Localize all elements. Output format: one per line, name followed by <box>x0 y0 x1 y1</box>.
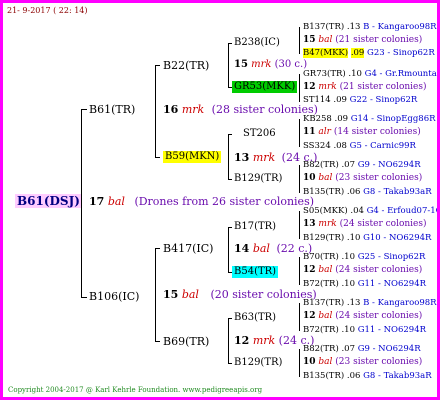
gen3-b129b: B129(TR) <box>234 357 283 368</box>
connector <box>228 227 232 228</box>
connector <box>228 318 229 363</box>
connector <box>81 297 87 298</box>
pedigree-frame: 21- 9-2017 ( 22: 14) B61(DSJ) 17 bal (Dr… <box>0 0 440 400</box>
connector <box>299 165 300 193</box>
connector <box>228 134 229 179</box>
gen4-info: 11 alr (14 sister colonies) <box>303 127 421 137</box>
gen4-row: B72(TR) .10 G11 - NO6294R <box>303 279 427 289</box>
gen4-row: B47(MKK) .09 G23 - Sinop62R <box>303 48 435 58</box>
gen1-b106: B106(IC) <box>89 290 140 303</box>
gen4-info: 10 bal (23 sister colonies) <box>303 173 423 183</box>
gen4-row: ST114 .09 G22 - Sinop62R <box>303 95 418 105</box>
gen4-row: GR73(TR) .10 G4 - Gr.Rmounta <box>303 69 437 79</box>
connector <box>155 65 160 66</box>
gen4-info: 15 bal (21 sister colonies) <box>303 35 423 45</box>
connector <box>155 341 160 342</box>
date-stamp: 21- 9-2017 ( 22: 14) <box>7 6 88 15</box>
root-queen: B61(DSJ) <box>15 194 82 208</box>
connector <box>228 43 232 44</box>
connector <box>155 65 156 157</box>
connector <box>228 43 229 87</box>
gen2-b69: B69(TR) <box>163 335 210 348</box>
gen4-row: SS324 .08 G5 - Carnic99R <box>303 141 416 151</box>
connector <box>299 27 300 54</box>
root-mark: bal <box>107 195 125 208</box>
gen3-gr53: GR53(MKK) <box>232 81 298 93</box>
gen4-info: 13 mrk (24 sister colonies) <box>303 219 427 229</box>
gen3-b17-info: 14 bal (22 c.) <box>234 242 313 255</box>
connector <box>81 109 87 110</box>
gen2-b417-info: 15 bal (20 sister colonies) <box>163 288 317 301</box>
gen3-b54: B54(TR) <box>232 266 279 278</box>
gen3-b238: B238(IC) <box>234 37 280 48</box>
connector <box>228 179 232 180</box>
connector <box>299 74 300 102</box>
gen4-row: B82(TR) .07 G9 - NO6294R <box>303 160 421 170</box>
gen4-info: 10 bal (23 sister colonies) <box>303 357 423 367</box>
connector <box>299 257 300 285</box>
gen2-b22: B22(TR) <box>163 59 210 72</box>
gen4-row: B82(TR) .07 G9 - NO6294R <box>303 344 421 354</box>
gen3-b238-info: 15 mrk (30 c.) <box>234 59 308 70</box>
connector <box>299 119 300 147</box>
root-num: 17 <box>89 195 105 208</box>
connector <box>299 303 300 331</box>
gen3-b129a: B129(TR) <box>234 173 283 184</box>
gen4-row: B72(TR) .10 G11 - NO6294R <box>303 325 427 335</box>
gen2-b22-info: 16 mrk (28 sister colonies) <box>163 103 318 116</box>
gen4-info: 12 bal (24 sister colonies) <box>303 265 423 275</box>
gen2-b417: B417(IC) <box>163 242 214 255</box>
gen4-row: B135(TR) .06 G8 - Takab93aR <box>303 371 432 381</box>
gen4-row: B70(TR) .10 G25 - Sinop62R <box>303 252 426 262</box>
copyright-footer: Copyright 2004-2017 @ Karl Kehrle Founda… <box>8 386 263 394</box>
connector <box>228 318 232 319</box>
gen4-info: 12 mrk (21 sister colonies) <box>303 82 427 92</box>
connector <box>228 227 229 272</box>
gen4-row: B137(TR) .13 B - Kangaroo98R <box>303 298 437 308</box>
gen4-info: 12 bal (24 sister colonies) <box>303 311 423 321</box>
connector <box>155 248 160 249</box>
root-info: 17 bal (Drones from 26 sister colonies) <box>89 196 314 207</box>
gen1-b61: B61(TR) <box>89 103 136 116</box>
gen4-row: B135(TR) .06 G8 - Takab93aR <box>303 187 432 197</box>
connector <box>155 157 160 158</box>
connector <box>228 363 232 364</box>
connector <box>228 134 232 135</box>
connector <box>81 109 82 297</box>
connector <box>299 211 300 239</box>
gen4-row: B129(TR) .10 G10 - NO6294R <box>303 233 432 243</box>
gen3-b17: B17(TR) <box>234 221 277 232</box>
gen4-row: KB258 .09 G14 - SinopEgg86R <box>303 114 436 124</box>
root-note: (Drones from 26 sister colonies) <box>134 195 315 208</box>
gen4-row: S05(MKK) .04 G4 - Erfoud07-1Q <box>303 206 440 216</box>
gen3-b63: B63(TR) <box>234 312 277 323</box>
gen2-b59: B59(MKN) <box>163 151 222 163</box>
connector <box>155 248 156 341</box>
connector <box>299 349 300 377</box>
gen3-st206: ST206 <box>243 128 276 139</box>
gen4-row: B137(TR) .13 B - Kangaroo98R <box>303 22 437 32</box>
